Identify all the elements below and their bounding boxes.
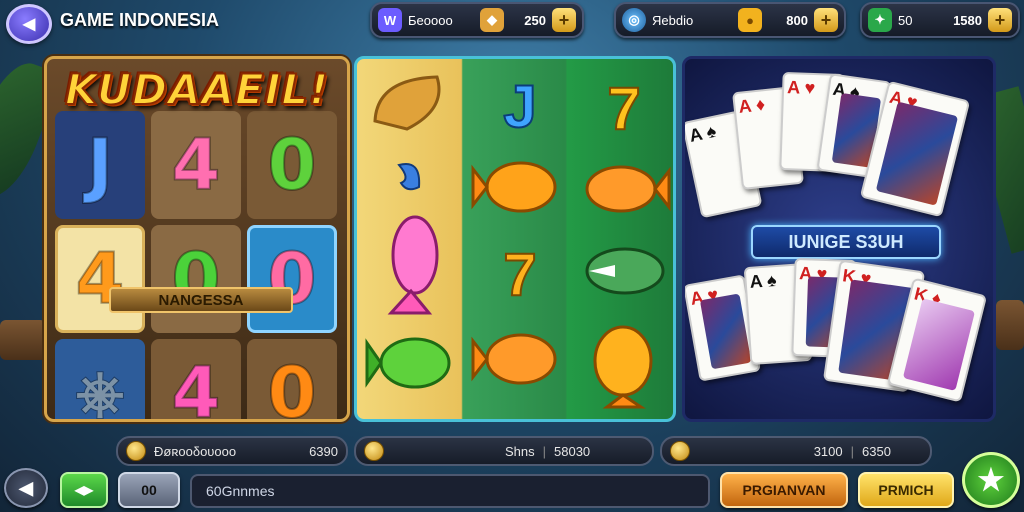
- currency-value: 1580: [953, 12, 982, 28]
- wooden-plank: [0, 320, 46, 360]
- slot-game-card-fish[interactable]: J 7 7: [354, 56, 676, 422]
- currency-label: Яebdio: [652, 12, 694, 28]
- card-portrait: [902, 298, 976, 391]
- slot-symbol: 7: [606, 74, 641, 143]
- currency-value: 250: [524, 12, 546, 28]
- game-logo: KUDAAEIL!: [64, 64, 330, 115]
- previous-button[interactable]: ◀: [4, 468, 48, 508]
- slot-symbol: 4: [55, 225, 145, 333]
- slot-symbol: J: [55, 111, 145, 219]
- slot-grid: J 4 0 4 0 0 ⎈ 4 0: [55, 111, 339, 419]
- green-gem-icon: ✦: [868, 8, 892, 32]
- info-bar-3: 3100 | 6350: [660, 436, 932, 466]
- slot-symbol: 0: [247, 339, 337, 419]
- game-title: GAME INDONESIA: [60, 10, 220, 30]
- gold-coin-icon: ●: [738, 8, 762, 32]
- info-label: Shns: [504, 443, 535, 459]
- info-value: 58030: [554, 443, 591, 459]
- blue-bean-icon: [397, 163, 421, 191]
- favorite-star-button[interactable]: ★: [962, 452, 1020, 508]
- card-rank: A: [748, 271, 763, 292]
- green-fish-icon: [365, 337, 451, 389]
- card-portrait: [875, 101, 959, 206]
- gold-fish-icon: [593, 325, 653, 409]
- currency-label: Бeoooo: [408, 12, 453, 28]
- info-label: 3100: [813, 443, 843, 459]
- card-portrait: [699, 293, 752, 370]
- currency-label: 50: [898, 12, 913, 28]
- star-icon: ★: [977, 463, 1005, 497]
- slot-symbol: 0: [151, 225, 241, 333]
- info-bar-1: Ðøʀooδουooo 6390: [116, 436, 348, 466]
- card-rank: A: [786, 77, 800, 98]
- orange-fish-icon: [471, 333, 557, 385]
- slot-symbol: 7: [502, 240, 537, 309]
- slot-symbol: 0: [247, 111, 337, 219]
- info-label: Ðøʀooδουooo: [154, 443, 237, 459]
- currency-pill-green: ✦ 50 1580 +: [860, 2, 1020, 38]
- ship-wheel-icon: ⎈: [55, 339, 145, 419]
- currency-pill-gems: W Бeoooo ◆ 250 +: [370, 2, 584, 38]
- slot-game-card-kudaaeil[interactable]: J 4 0 4 0 0 ⎈ 4 0 KUDAAEIL! NANGESSA: [44, 56, 350, 422]
- secondary-action-button[interactable]: PRMICH: [858, 472, 954, 508]
- bread-icon: [373, 75, 441, 131]
- globe-icon: ◎: [622, 8, 646, 32]
- slot-symbol: 4: [151, 111, 241, 219]
- divider: |: [850, 443, 854, 459]
- add-coins-button[interactable]: +: [814, 8, 838, 32]
- card-rank: A: [687, 123, 704, 146]
- pink-fish-icon: [387, 215, 439, 315]
- primary-action-button[interactable]: PRGIANVAN: [720, 472, 848, 508]
- orange-fish-icon: [585, 165, 671, 213]
- piranha-icon: [585, 247, 665, 295]
- purple-gem-icon: W: [378, 8, 402, 32]
- gold-shield-icon: ◆: [480, 8, 504, 32]
- card-game-card[interactable]: A ♠ A ♦ A ♥ A ♠ A ♥ IUNIGE S3UH A ♥ A ♠ …: [682, 56, 996, 422]
- orange-fish-icon: [471, 161, 557, 213]
- toggle-button[interactable]: ◀▶: [60, 472, 108, 508]
- slot-symbol: 4: [151, 339, 241, 419]
- wooden-plank: [996, 300, 1024, 350]
- add-gems-button[interactable]: +: [552, 8, 576, 32]
- coin-icon: [126, 441, 146, 461]
- info-value: 6350: [862, 443, 891, 459]
- coin-icon: [670, 441, 690, 461]
- add-green-gems-button[interactable]: +: [988, 8, 1012, 32]
- slot-symbol: 0: [247, 225, 337, 333]
- card-rank: A: [737, 95, 752, 117]
- count-display[interactable]: 00: [118, 472, 180, 508]
- info-bar-2: Shns | 58030: [354, 436, 654, 466]
- divider: |: [542, 443, 546, 459]
- info-value: 6390: [309, 443, 338, 459]
- slot-symbol: J: [502, 72, 537, 141]
- back-button[interactable]: ◀: [6, 4, 52, 44]
- currency-value: 800: [786, 12, 808, 28]
- currency-pill-world: ◎ Яebdio ● 800 +: [614, 2, 846, 38]
- game-banner: NANGESSA: [109, 287, 293, 313]
- chat-input[interactable]: 60Gnnmes: [190, 474, 710, 508]
- game-label: IUNIGE S3UH: [751, 225, 941, 259]
- coin-icon: [364, 441, 384, 461]
